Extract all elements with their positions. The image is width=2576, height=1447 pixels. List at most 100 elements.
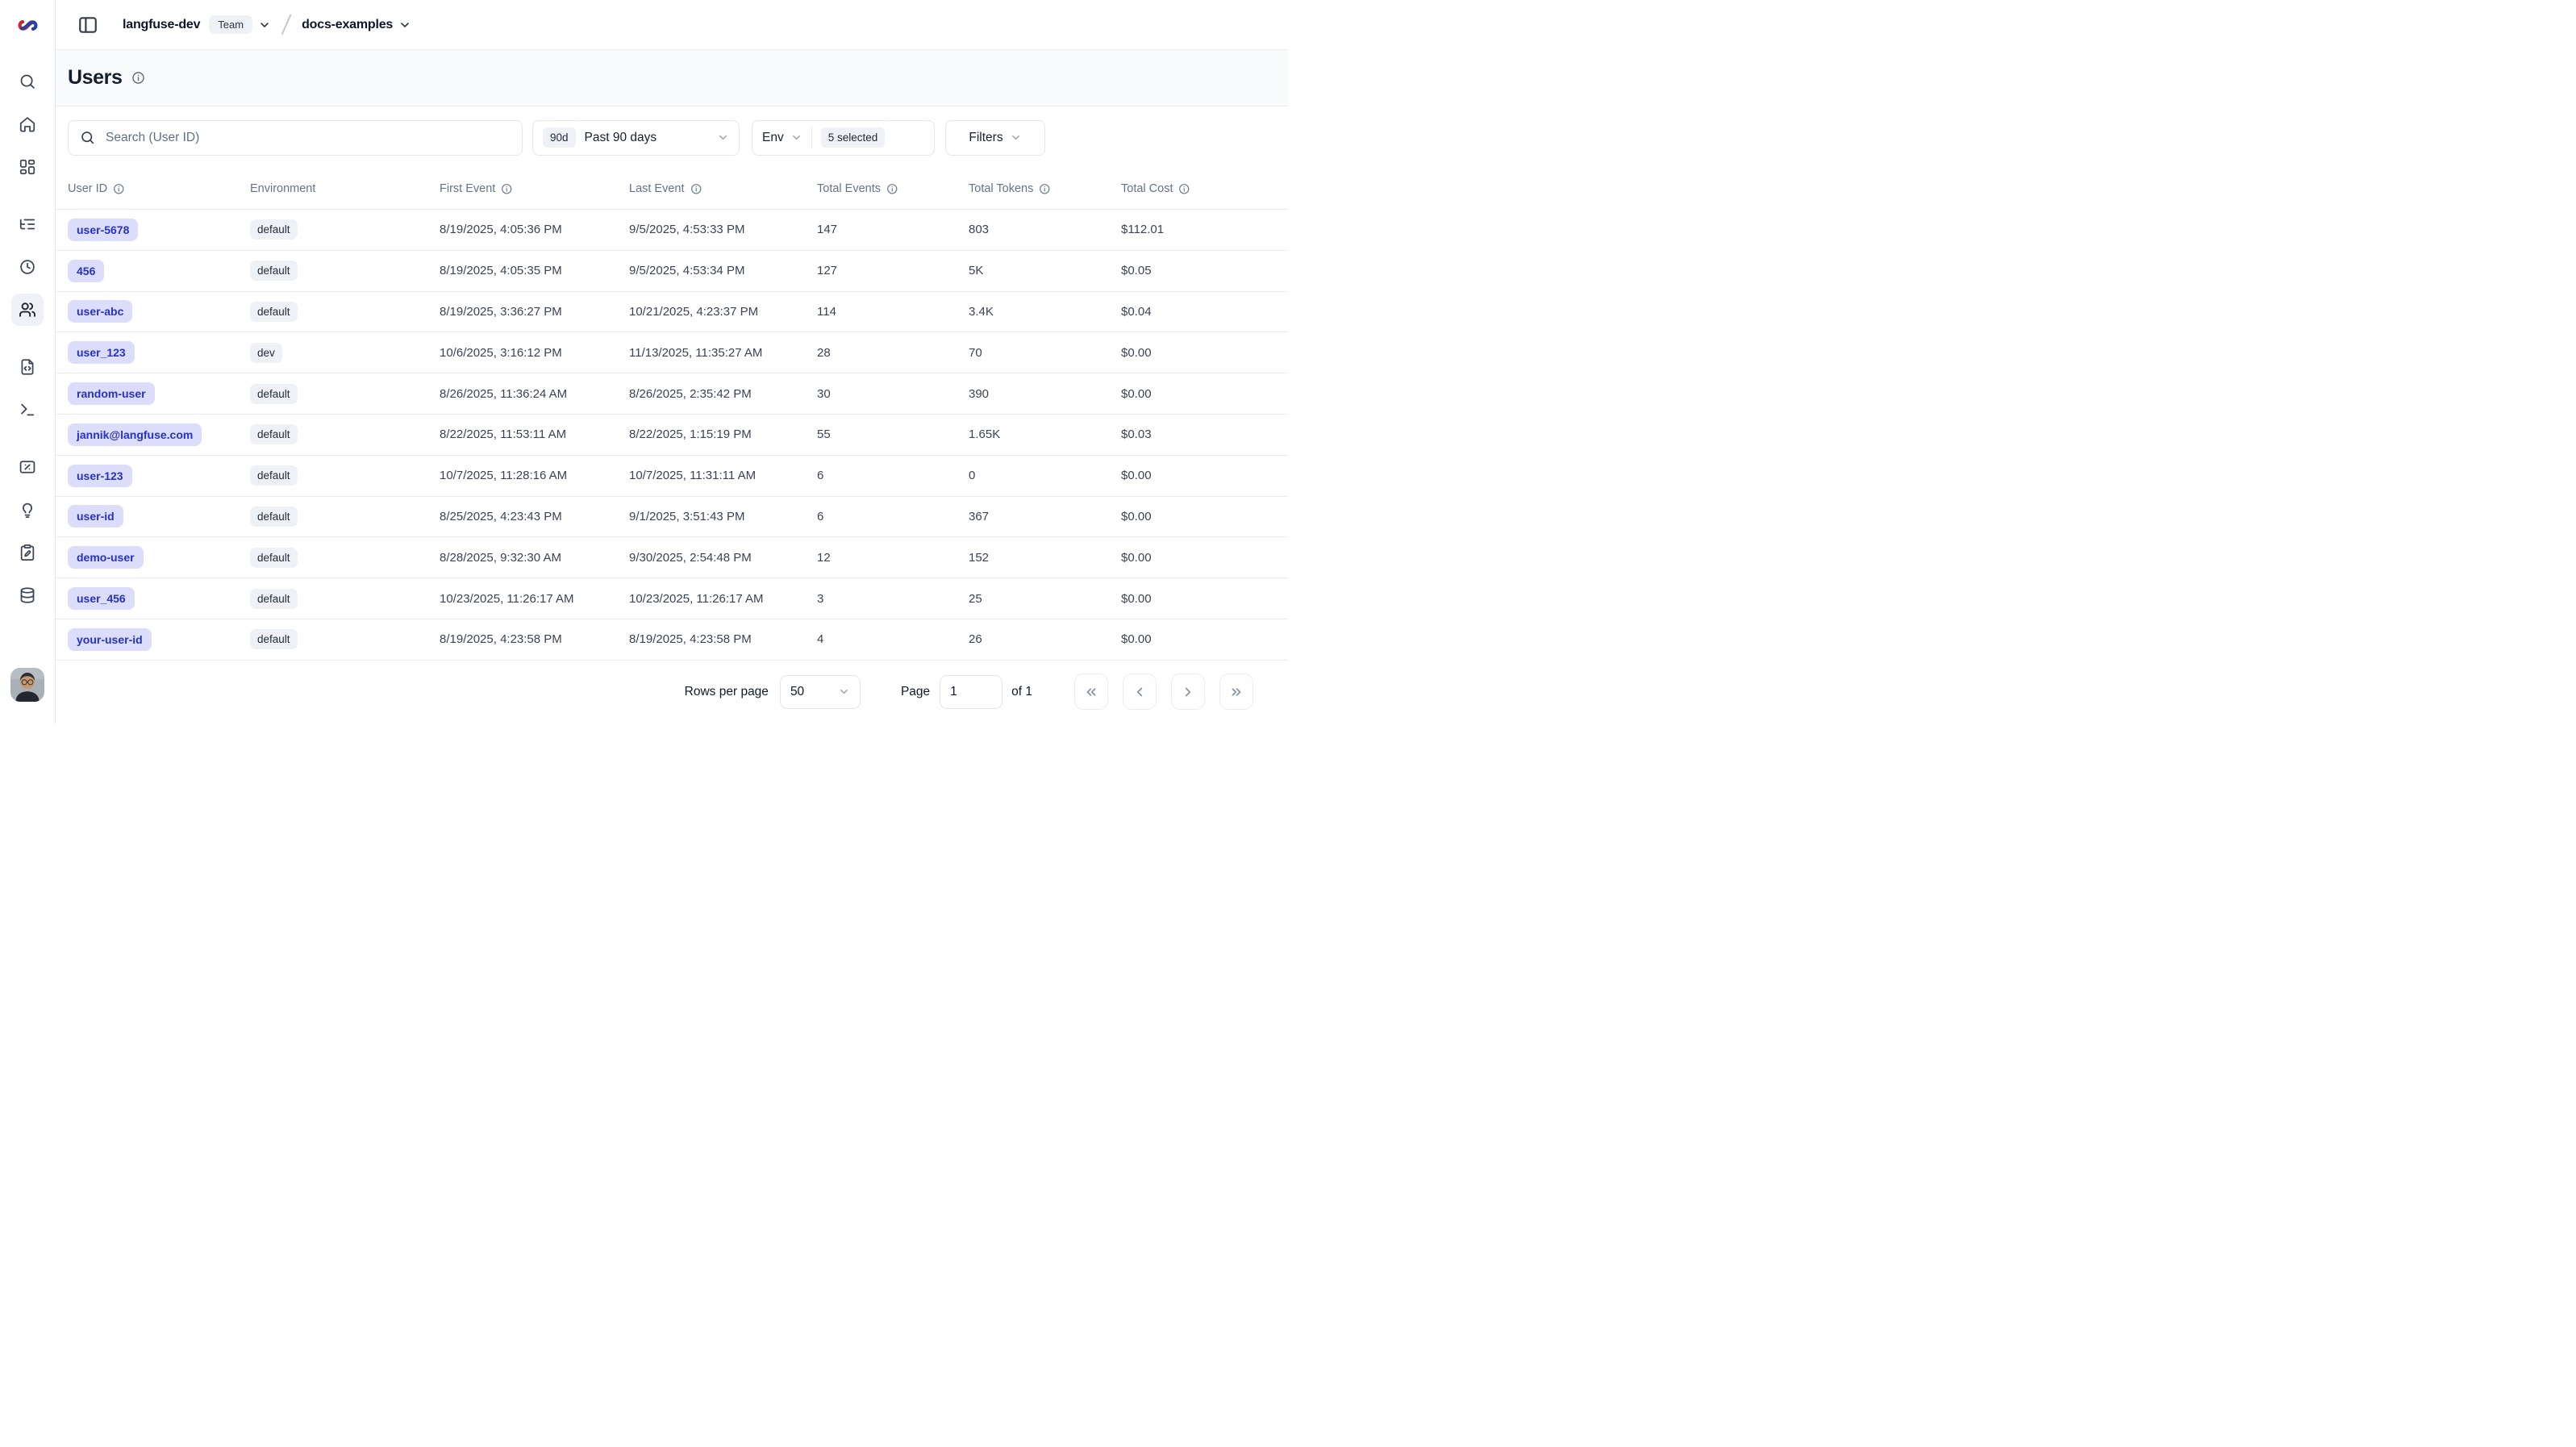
chevrons-left-icon xyxy=(1084,685,1098,699)
sidebar-item-scores[interactable] xyxy=(11,451,44,483)
database-icon xyxy=(19,586,36,604)
environment-badge: default xyxy=(250,548,298,568)
info-icon[interactable] xyxy=(501,183,513,195)
cell-total-cost: $112.01 xyxy=(1121,223,1276,236)
filters-button[interactable]: Filters xyxy=(945,120,1045,156)
table-row[interactable]: 456default8/19/2025, 4:05:35 PM9/5/2025,… xyxy=(56,251,1288,292)
main-content: langfuse-dev Team docs-examples Users xyxy=(56,0,1288,724)
cell-total-events: 6 xyxy=(817,469,969,482)
page-title-info-icon[interactable] xyxy=(131,71,145,89)
user-avatar[interactable] xyxy=(10,668,44,702)
user-id-badge[interactable]: 456 xyxy=(68,260,104,282)
next-page-button[interactable] xyxy=(1171,673,1205,710)
info-icon[interactable] xyxy=(113,183,125,195)
column-label: Last Event xyxy=(629,182,685,195)
sidebar-item-dashboards[interactable] xyxy=(11,151,44,183)
cell-total-tokens: 70 xyxy=(969,346,1121,360)
column-header-environment: Environment xyxy=(250,182,440,195)
environment-badge: default xyxy=(250,219,298,240)
table-row[interactable]: user-abcdefault8/19/2025, 3:36:27 PM10/2… xyxy=(56,292,1288,333)
date-range-button[interactable]: 90d Past 90 days xyxy=(532,120,740,156)
previous-page-button[interactable] xyxy=(1123,673,1157,710)
sidebar-item-playground[interactable] xyxy=(11,394,44,426)
list-tree-icon xyxy=(19,215,36,233)
user-id-badge[interactable]: random-user xyxy=(68,382,155,405)
rows-per-page-label: Rows per page xyxy=(685,685,769,699)
sidebar-item-datasets[interactable] xyxy=(11,579,44,611)
users-icon xyxy=(19,301,36,319)
table-row[interactable]: demo-userdefault8/28/2025, 9:32:30 AM9/3… xyxy=(56,537,1288,578)
table-row[interactable]: user_123dev10/6/2025, 3:16:12 PM11/13/20… xyxy=(56,332,1288,373)
search-box[interactable] xyxy=(68,120,523,156)
cell-total-tokens: 390 xyxy=(969,387,1121,401)
org-name[interactable]: langfuse-dev xyxy=(123,18,200,32)
info-icon[interactable] xyxy=(690,183,702,195)
sidebar-item-sessions[interactable] xyxy=(11,251,44,283)
column-label: Total Tokens xyxy=(969,182,1033,195)
rows-per-page-select[interactable]: 50 xyxy=(780,675,861,709)
table-row[interactable]: user-iddefault8/25/2025, 4:23:43 PM9/1/2… xyxy=(56,497,1288,538)
env-filter-button[interactable]: Env 5 selected xyxy=(752,120,935,156)
user-id-badge[interactable]: user_456 xyxy=(68,587,135,610)
env-filter-label: Env xyxy=(762,131,784,145)
cell-total-events: 3 xyxy=(817,592,969,606)
sidebar-item-users[interactable] xyxy=(11,294,44,326)
last-page-button[interactable] xyxy=(1219,673,1253,710)
chevron-down-icon xyxy=(838,686,850,698)
cell-first-event: 8/19/2025, 3:36:27 PM xyxy=(440,305,629,319)
table-row[interactable]: jannik@langfuse.comdefault8/22/2025, 11:… xyxy=(56,415,1288,456)
page-title: Users xyxy=(68,66,123,90)
cell-environment: default xyxy=(250,548,440,568)
chevron-right-icon xyxy=(1181,685,1195,699)
cell-user-id: random-user xyxy=(68,382,250,405)
cell-total-events: 147 xyxy=(817,223,969,236)
user-id-badge[interactable]: jannik@langfuse.com xyxy=(68,423,202,446)
info-icon[interactable] xyxy=(1039,183,1051,195)
sidebar-item-search[interactable] xyxy=(11,65,44,98)
sidebar-toggle-button[interactable] xyxy=(77,14,98,35)
info-icon[interactable] xyxy=(1178,183,1190,195)
column-label: Total Events xyxy=(817,182,881,195)
sidebar-item-tracing[interactable] xyxy=(11,208,44,240)
table-row[interactable]: user-5678default8/19/2025, 4:05:36 PM9/5… xyxy=(56,210,1288,251)
langfuse-logo-icon[interactable] xyxy=(0,0,55,50)
table-row[interactable]: user_456default10/23/2025, 11:26:17 AM10… xyxy=(56,578,1288,619)
user-id-badge[interactable]: user-123 xyxy=(68,465,132,487)
sidebar-item-annotation[interactable] xyxy=(11,536,44,569)
user-id-badge[interactable]: your-user-id xyxy=(68,628,152,651)
page-number-input[interactable] xyxy=(940,675,1002,709)
cell-user-id: user-123 xyxy=(68,465,250,487)
table-header-row: User IDEnvironmentFirst EventLast EventT… xyxy=(56,169,1288,210)
table-row[interactable]: user-123default10/7/2025, 11:28:16 AM10/… xyxy=(56,456,1288,497)
sidebar-item-prompts[interactable] xyxy=(11,351,44,383)
first-page-button[interactable] xyxy=(1074,673,1108,710)
table-row[interactable]: random-userdefault8/26/2025, 11:36:24 AM… xyxy=(56,373,1288,415)
terminal-icon xyxy=(19,401,36,419)
cell-total-tokens: 3.4K xyxy=(969,305,1121,319)
column-label: Environment xyxy=(250,182,315,195)
user-id-badge[interactable]: demo-user xyxy=(68,546,144,569)
top-header: langfuse-dev Team docs-examples xyxy=(56,0,1288,50)
sidebar-item-home[interactable] xyxy=(11,108,44,140)
user-id-badge[interactable]: user_123 xyxy=(68,341,135,364)
date-range-shortcut-badge: 90d xyxy=(543,127,576,148)
cell-user-id: user_456 xyxy=(68,587,250,610)
sidebar xyxy=(0,0,56,724)
info-icon[interactable] xyxy=(886,183,898,195)
project-switcher-chevron-icon[interactable] xyxy=(398,19,411,31)
environment-badge: default xyxy=(250,384,298,404)
column-label: Total Cost xyxy=(1121,182,1173,195)
user-id-badge[interactable]: user-5678 xyxy=(68,219,138,241)
search-input[interactable] xyxy=(104,130,511,146)
sidebar-nav xyxy=(11,65,44,611)
user-id-badge[interactable]: user-id xyxy=(68,505,123,528)
cell-last-event: 8/22/2025, 1:15:19 PM xyxy=(629,427,817,441)
org-switcher-chevron-icon[interactable] xyxy=(258,19,271,31)
table-row[interactable]: your-user-iddefault8/19/2025, 4:23:58 PM… xyxy=(56,619,1288,661)
project-name[interactable]: docs-examples xyxy=(302,18,393,32)
cell-environment: default xyxy=(250,465,440,486)
user-id-badge[interactable]: user-abc xyxy=(68,300,132,323)
chevrons-right-icon xyxy=(1229,685,1244,699)
sidebar-item-evaluation[interactable] xyxy=(11,494,44,526)
cell-first-event: 8/25/2025, 4:23:43 PM xyxy=(440,510,629,523)
